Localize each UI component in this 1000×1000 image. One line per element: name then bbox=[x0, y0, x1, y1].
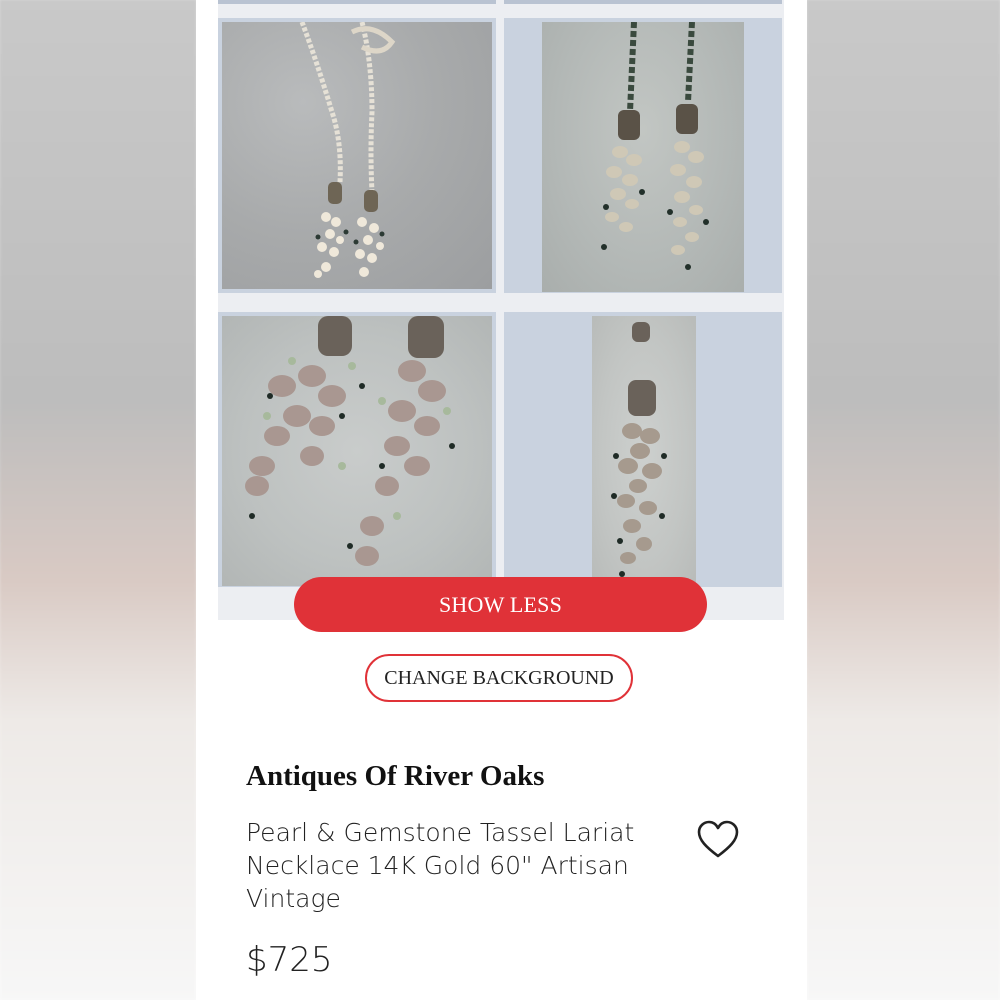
seller-name[interactable]: Antiques Of River Oaks bbox=[246, 760, 544, 793]
gallery-photo-1[interactable] bbox=[218, 18, 496, 293]
blurred-backdrop-left bbox=[0, 0, 196, 1000]
change-background-button[interactable]: CHANGE BACKGROUND bbox=[365, 654, 633, 702]
gallery-photo-4[interactable] bbox=[504, 312, 782, 587]
product-photo-image bbox=[592, 316, 696, 586]
photo-gallery bbox=[218, 0, 784, 620]
heart-outline-icon[interactable] bbox=[696, 820, 740, 860]
gallery-photo-2[interactable] bbox=[504, 18, 782, 293]
listing-price: $725 bbox=[246, 940, 333, 980]
blurred-backdrop-right bbox=[807, 0, 1000, 1000]
show-less-button[interactable]: SHOW LESS bbox=[294, 577, 707, 632]
product-photo-image bbox=[222, 22, 492, 289]
listing-title: Pearl & Gemstone Tassel Lariat Necklace … bbox=[246, 818, 635, 913]
product-photo-image bbox=[222, 316, 492, 586]
gallery-previous-row-edge bbox=[218, 0, 496, 4]
listing-panel: SHOW LESS CHANGE BACKGROUND Antiques Of … bbox=[196, 0, 807, 1000]
gallery-photo-3[interactable] bbox=[218, 312, 496, 587]
gallery-previous-row-edge bbox=[504, 0, 782, 4]
product-photo-image bbox=[542, 22, 744, 292]
